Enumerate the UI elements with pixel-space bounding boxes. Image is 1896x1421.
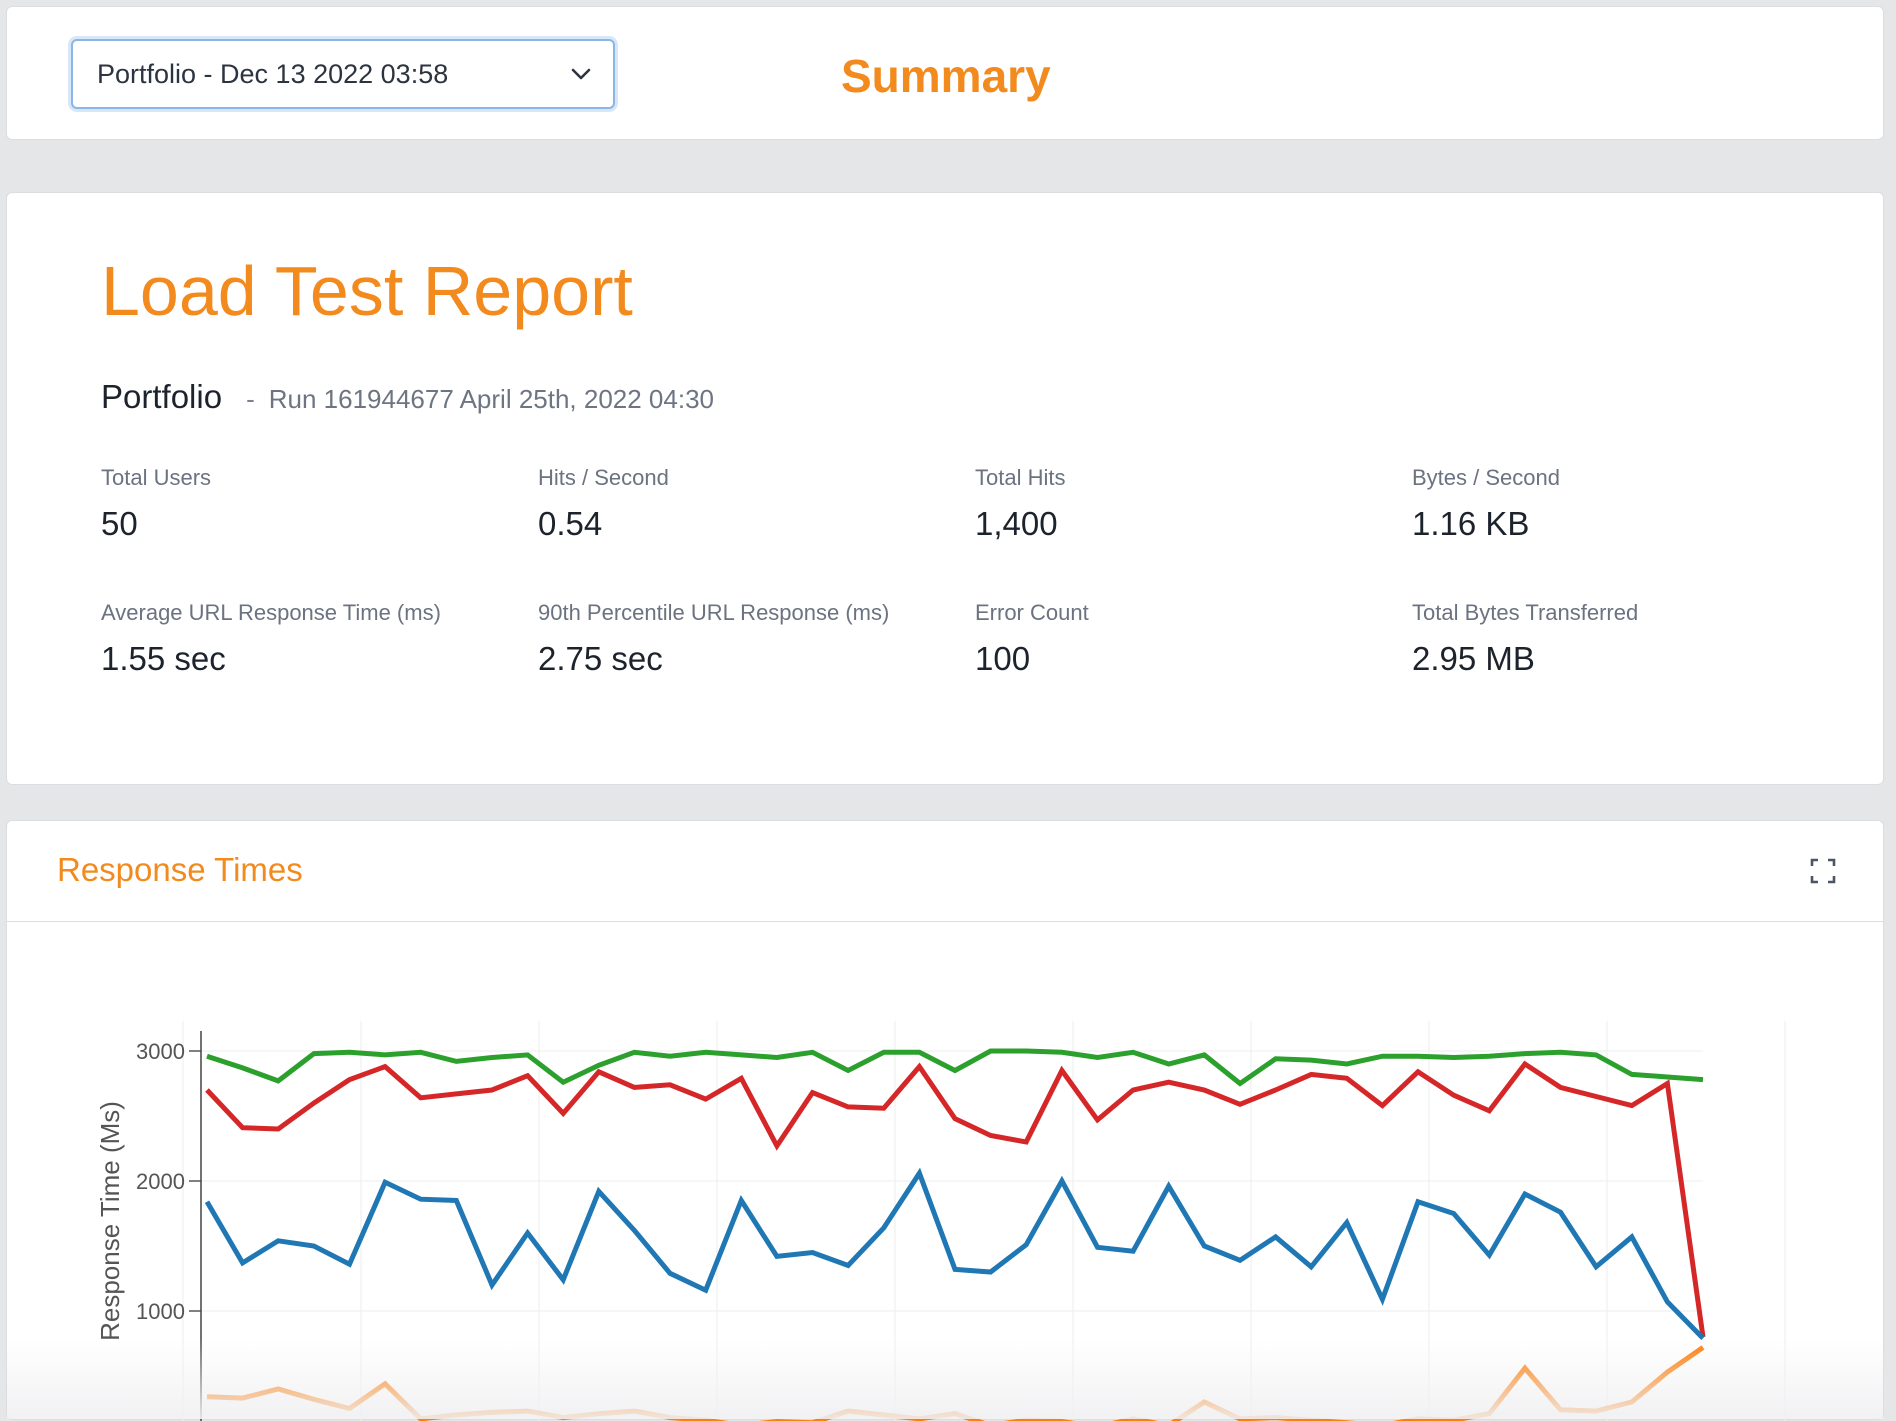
separator: -: [246, 384, 255, 414]
stat-label: Error Count: [975, 600, 1089, 625]
run-info: Run 161944677 April 25th, 2022 04:30: [268, 384, 714, 414]
stat-hits-per-second: Hits / Second 0.54: [538, 457, 938, 543]
stat-value: 100: [975, 640, 1031, 677]
stat-value: 0.54: [538, 505, 603, 542]
stat-total-hits: Total Hits 1,400: [975, 457, 1375, 543]
stat-total-bytes-transferred: Total Bytes Transferred 2.95 MB: [1412, 592, 1812, 678]
y-tick-label: 1000: [136, 1299, 185, 1324]
response-times-card: Response Times 1000 2000 3000 Response Time…: [6, 820, 1884, 1421]
stat-error-count: Error Count 100: [975, 592, 1375, 678]
stat-bytes-per-second: Bytes / Second 1.16 KB: [1412, 457, 1812, 543]
stat-value: 2.95 MB: [1412, 640, 1535, 677]
y-tick-label: 2000: [136, 1169, 185, 1194]
stat-value: 50: [101, 505, 138, 542]
y-axis-label: Response Time (Ms): [95, 1101, 125, 1341]
run-selector-value: Portfolio - Dec 13 2022 03:58: [97, 58, 449, 89]
stat-value: 1,400: [975, 505, 1058, 542]
stat-label: Hits / Second: [538, 465, 669, 490]
chevron-down-icon: [571, 68, 591, 80]
header-card: Portfolio - Dec 13 2022 03:58 Summary: [6, 6, 1884, 140]
stat-value: 1.55 sec: [101, 640, 226, 677]
chart-header: Response Times: [7, 821, 1883, 922]
summary-title: Summary: [841, 50, 1051, 102]
response-times-chart: 1000 2000 3000 Response Time (Ms): [95, 1021, 1786, 1421]
project-name: Portfolio: [101, 378, 223, 415]
expand-icon[interactable]: [1809, 857, 1837, 885]
stat-label: Bytes / Second: [1412, 465, 1560, 490]
series-line-2: [204, 1167, 1705, 1341]
stat-label: Total Hits: [975, 465, 1066, 490]
stat-label: Total Users: [101, 465, 212, 490]
stat-total-users: Total Users 50: [101, 457, 501, 543]
stat-value: 1.16 KB: [1412, 505, 1530, 542]
stat-90th-percentile: 90th Percentile URL Response (ms) 2.75 s…: [538, 592, 898, 678]
run-selector-dropdown[interactable]: Portfolio - Dec 13 2022 03:58: [71, 39, 615, 109]
stat-label: Total Bytes Transferred: [1412, 600, 1639, 625]
stat-label: Average URL Response Time (ms): [101, 600, 441, 625]
chart-title: Response Times: [57, 851, 303, 888]
series-line-3: [206, 1345, 1705, 1421]
series-line-0: [206, 1048, 1704, 1087]
y-tick-label: 3000: [136, 1039, 185, 1064]
report-title: Load Test Report: [101, 252, 633, 330]
stat-average-response-time: Average URL Response Time (ms) 1.55 sec: [101, 592, 501, 678]
project-line: Portfolio - Run 161944677 April 25th, 20…: [101, 378, 714, 416]
stat-label: 90th Percentile URL Response (ms): [538, 600, 890, 625]
stat-value: 2.75 sec: [538, 640, 663, 677]
report-card: Load Test Report Portfolio - Run 1619446…: [6, 192, 1884, 785]
